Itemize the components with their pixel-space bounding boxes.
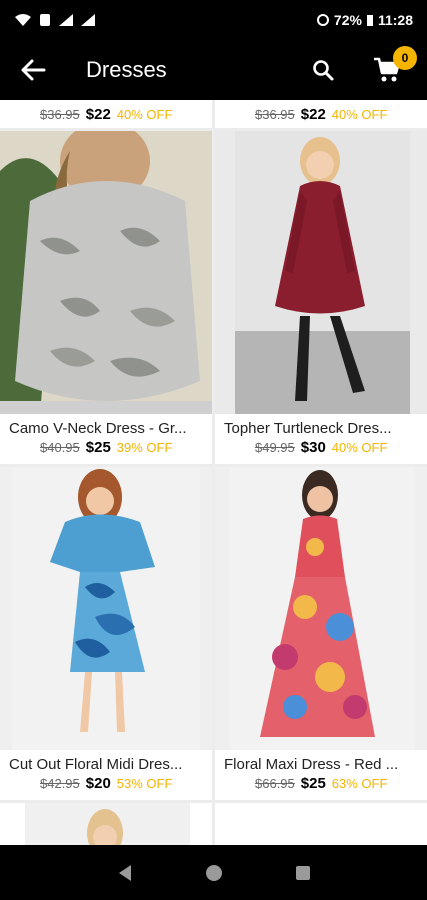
price-row: $36.95 $22 40% OFF bbox=[40, 106, 172, 123]
discount-label: 40% OFF bbox=[331, 106, 388, 122]
wifi-icon bbox=[15, 14, 31, 26]
back-arrow-icon bbox=[21, 59, 46, 81]
product-name: Floral Maxi Dress - Red ... bbox=[224, 756, 399, 773]
cart-button[interactable]: 0 bbox=[367, 46, 417, 90]
nav-recents-icon[interactable] bbox=[293, 863, 313, 883]
original-price: $36.95 bbox=[40, 106, 80, 122]
original-price: $36.95 bbox=[255, 106, 295, 122]
nav-home-icon[interactable] bbox=[204, 863, 224, 883]
product-card-partial[interactable] bbox=[215, 803, 427, 845]
product-card[interactable]: Camo V-Neck Dress - Gr... $40.95 $25 39%… bbox=[0, 131, 212, 464]
product-card-partial[interactable]: $36.95 $22 40% OFF bbox=[0, 100, 212, 128]
sale-price: $25 bbox=[85, 439, 111, 456]
sale-price: $22 bbox=[300, 105, 326, 123]
original-price: $66.95 bbox=[255, 776, 295, 791]
product-card[interactable]: Cut Out Floral Midi Dres... $42.95 $20 5… bbox=[0, 467, 212, 800]
product-image bbox=[215, 467, 427, 750]
system-nav-bar bbox=[0, 845, 427, 900]
clock: 11:28 bbox=[377, 12, 413, 28]
status-icons-right: 72% 11:28 bbox=[316, 12, 413, 28]
status-bar: 72% 11:28 bbox=[0, 0, 427, 40]
original-price: $49.95 bbox=[255, 440, 295, 455]
product-image bbox=[0, 131, 212, 414]
price-row: $49.95 $30 40% OFF bbox=[215, 439, 427, 456]
discount-label: 40% OFF bbox=[116, 106, 173, 122]
price-row: $36.95 $22 40% OFF bbox=[255, 106, 387, 123]
sale-price: $20 bbox=[85, 775, 111, 792]
page-title: Dresses bbox=[86, 57, 167, 82]
product-name: Camo V-Neck Dress - Gr... bbox=[9, 420, 187, 437]
price-row: $66.95 $25 63% OFF bbox=[215, 775, 427, 792]
product-grid-scroll[interactable]: $36.95 $22 40% OFF $36.95 $22 40% OFF Ca… bbox=[0, 100, 427, 845]
original-price: $42.95 bbox=[40, 776, 80, 791]
product-image bbox=[25, 803, 190, 845]
battery-level: 72% bbox=[333, 12, 362, 28]
nav-back-icon[interactable] bbox=[115, 863, 135, 883]
status-icons-left bbox=[14, 13, 96, 27]
discount-label: 63% OFF bbox=[331, 776, 388, 791]
discount-label: 40% OFF bbox=[331, 440, 388, 455]
signal-icon bbox=[59, 14, 73, 26]
original-price: $40.95 bbox=[40, 440, 80, 455]
battery-icon bbox=[366, 15, 373, 26]
back-button[interactable] bbox=[8, 40, 58, 100]
app-bar: Dresses 0 bbox=[0, 40, 427, 100]
product-name: Cut Out Floral Midi Dres... bbox=[9, 756, 183, 773]
product-card[interactable]: Topher Turtleneck Dres... $49.95 $30 40%… bbox=[215, 131, 427, 464]
discount-label: 39% OFF bbox=[116, 440, 173, 455]
search-icon bbox=[313, 60, 334, 81]
product-image bbox=[215, 131, 427, 414]
sale-price: $22 bbox=[85, 105, 111, 123]
product-grid: $36.95 $22 40% OFF $36.95 $22 40% OFF Ca… bbox=[0, 100, 427, 845]
alarm-icon bbox=[316, 14, 329, 26]
signal-icon bbox=[81, 14, 95, 26]
cart-count-badge: 0 bbox=[393, 46, 417, 70]
discount-label: 53% OFF bbox=[116, 776, 173, 791]
price-row: $42.95 $20 53% OFF bbox=[0, 775, 212, 792]
product-card[interactable]: Floral Maxi Dress - Red ... $66.95 $25 6… bbox=[215, 467, 427, 800]
sale-price: $25 bbox=[300, 775, 326, 792]
product-card-partial[interactable] bbox=[0, 803, 212, 845]
notification-icon bbox=[40, 14, 50, 26]
product-card-partial[interactable]: $36.95 $22 40% OFF bbox=[215, 100, 427, 128]
sale-price: $30 bbox=[300, 439, 326, 456]
product-image bbox=[0, 467, 212, 750]
search-button[interactable] bbox=[303, 50, 343, 90]
price-row: $40.95 $25 39% OFF bbox=[0, 439, 212, 456]
product-name: Topher Turtleneck Dres... bbox=[224, 420, 392, 437]
